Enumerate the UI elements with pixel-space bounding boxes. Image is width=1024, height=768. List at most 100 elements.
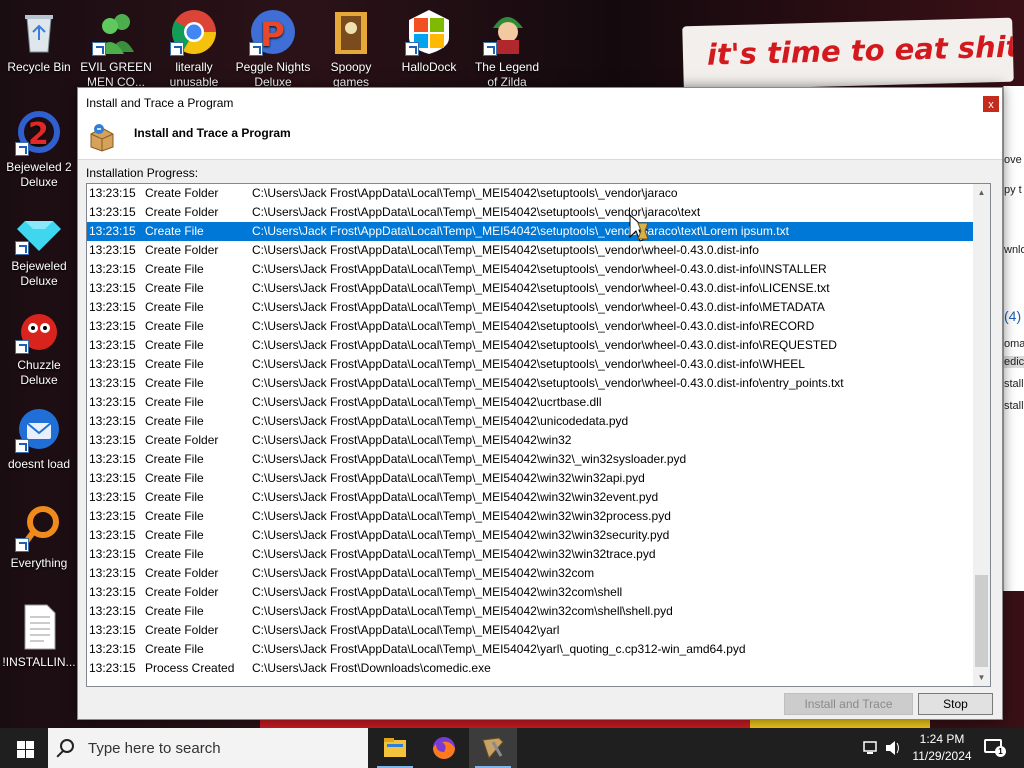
desktop-icon-peggle-nights[interactable]: P Peggle Nights Deluxe: [235, 8, 311, 90]
log-action: Create Folder: [145, 585, 219, 599]
stop-button[interactable]: Stop: [918, 693, 993, 715]
log-time: 13:23:15: [89, 604, 136, 618]
log-action: Create File: [145, 547, 204, 561]
log-row[interactable]: 13:23:15 Create File C:\Users\Jack Frost\A…: [87, 317, 974, 336]
log-path: C:\Users\Jack Frost\AppData\Local\Temp\_…: [252, 642, 746, 656]
network-icon[interactable]: [862, 728, 880, 768]
log-action: Create File: [145, 281, 204, 295]
bg-window-text: py t: [1004, 184, 1022, 196]
log-row[interactable]: 13:23:15 Create Folder C:\Users\Jack Frost…: [87, 583, 974, 602]
start-button[interactable]: [0, 728, 48, 768]
log-row-selected[interactable]: 13:23:15 Create File C:\Users\Jack Frost\A…: [87, 222, 974, 241]
firefox-icon: [420, 737, 468, 768]
log-time: 13:23:15: [89, 281, 136, 295]
log-row[interactable]: 13:23:15 Create Folder C:\Users\Jack Frost…: [87, 431, 974, 450]
log-row[interactable]: 13:23:15 Create File C:\Users\Jack Frost\A…: [87, 507, 974, 526]
log-row[interactable]: 13:23:15 Create File C:\Users\Jack Frost\A…: [87, 393, 974, 412]
notification-center-icon[interactable]: [984, 739, 1006, 757]
log-time: 13:23:15: [89, 490, 136, 504]
log-row[interactable]: 13:23:15 Create File C:\Users\Jack Frost\A…: [87, 640, 974, 659]
log-action: Process Created: [145, 661, 235, 675]
desktop-icon-spoopy-games[interactable]: Spoopy games: [313, 8, 389, 90]
chrome-icon: [170, 8, 218, 56]
log-action: Create File: [145, 604, 204, 618]
desktop-icon-literally-unusable[interactable]: literally unusable: [156, 8, 232, 90]
install-trace-dialog: Install and Trace a Program x Install an…: [77, 87, 1003, 720]
log-row[interactable]: 13:23:15 Create File C:\Users\Jack Frost\A…: [87, 260, 974, 279]
log-row[interactable]: 13:23:15 Create File C:\Users\Jack Frost\A…: [87, 336, 974, 355]
log-row[interactable]: 13:23:15 Create File C:\Users\Jack Frost\A…: [87, 298, 974, 317]
scroll-up-arrow-icon[interactable]: ▲: [973, 184, 990, 201]
log-row[interactable]: 13:23:15 Create File C:\Users\Jack Frost\A…: [87, 526, 974, 545]
shortcut-arrow-icon: [405, 42, 419, 56]
log-time: 13:23:15: [89, 528, 136, 542]
log-path: C:\Users\Jack Frost\AppData\Local\Temp\_…: [252, 452, 687, 466]
taskbar-search-box[interactable]: Type here to search: [48, 728, 368, 768]
vertical-scrollbar[interactable]: ▲ ▼: [973, 184, 990, 686]
log-row[interactable]: 13:23:15 Create Folder C:\Users\Jack Frost…: [87, 621, 974, 640]
close-button[interactable]: x: [982, 95, 1000, 113]
log-path: C:\Users\Jack Frost\Downloads\comedic.ex…: [252, 661, 491, 675]
log-row[interactable]: 13:23:15 Create Folder C:\Users\Jack Frost…: [87, 203, 974, 222]
desktop-icon-installing[interactable]: !INSTALLIN...: [1, 603, 77, 670]
dialog-titlebar[interactable]: Install and Trace a Program x: [78, 88, 1002, 118]
log-path: C:\Users\Jack Frost\AppData\Local\Temp\_…: [252, 243, 759, 257]
log-time: 13:23:15: [89, 224, 136, 238]
installation-log-list[interactable]: 13:23:15 Create Folder C:\Users\Jack Frost…: [86, 183, 991, 687]
log-path: C:\Users\Jack Frost\AppData\Local\Temp\_…: [252, 585, 623, 599]
log-path: C:\Users\Jack Frost\AppData\Local\Temp\_…: [252, 357, 805, 371]
folder-icon: [327, 8, 375, 56]
log-time: 13:23:15: [89, 433, 136, 447]
character-icon: [483, 8, 531, 56]
background-window[interactable]: ove t py t wnlo (4) oma edic stall stall: [1003, 86, 1024, 591]
scroll-down-arrow-icon[interactable]: ▼: [973, 669, 990, 686]
log-time: 13:23:15: [89, 623, 136, 637]
log-row[interactable]: 13:23:15 Create File C:\Users\Jack Frost\A…: [87, 279, 974, 298]
log-path: C:\Users\Jack Frost\AppData\Local\Temp\_…: [252, 186, 678, 200]
log-row[interactable]: 13:23:15 Create Folder C:\Users\Jack Frost…: [87, 184, 974, 203]
log-row[interactable]: 13:23:15 Create File C:\Users\Jack Frost\A…: [87, 450, 974, 469]
log-row[interactable]: 13:23:15 Create File C:\Users\Jack Frost\A…: [87, 355, 974, 374]
log-action: Create Folder: [145, 186, 219, 200]
log-time: 13:23:15: [89, 547, 136, 561]
taskbar-firefox[interactable]: [420, 728, 468, 768]
desktop-icon-bejeweled-2[interactable]: 2 Bejeweled 2 Deluxe: [1, 108, 77, 190]
log-row[interactable]: 13:23:15 Create File C:\Users\Jack Frost\A…: [87, 488, 974, 507]
everything-search-icon: [15, 504, 63, 552]
install-and-trace-button[interactable]: Install and Trace: [784, 693, 913, 715]
taskbar-file-explorer[interactable]: [371, 728, 419, 768]
log-action: Create File: [145, 338, 204, 352]
log-time: 13:23:15: [89, 205, 136, 219]
log-path: C:\Users\Jack Frost\AppData\Local\Temp\_…: [252, 433, 572, 447]
bg-window-text: (4): [1004, 308, 1022, 324]
desktop-icon-chuzzle[interactable]: Chuzzle Deluxe: [1, 306, 77, 388]
log-action: Create File: [145, 452, 204, 466]
log-action: Create File: [145, 642, 204, 656]
peggle-icon: P: [249, 8, 297, 56]
desktop-icon-doesnt-load[interactable]: doesnt load: [1, 405, 77, 472]
recycle-bin-icon: [15, 8, 63, 56]
desktop-icon-evil-green-men[interactable]: EVIL GREEN MEN CO...: [78, 8, 154, 90]
log-row[interactable]: 13:23:15 Create Folder C:\Users\Jack Frost…: [87, 564, 974, 583]
people-icon: [92, 8, 140, 56]
desktop-icon-everything[interactable]: Everything: [1, 504, 77, 571]
log-row[interactable]: 13:23:15 Create File C:\Users\Jack Frost\A…: [87, 602, 974, 621]
log-row[interactable]: 13:23:15 Create File C:\Users\Jack Frost\A…: [87, 545, 974, 564]
log-row[interactable]: 13:23:15 Create File C:\Users\Jack Frost\A…: [87, 374, 974, 393]
log-row[interactable]: 13:23:15 Create File C:\Users\Jack Frost\A…: [87, 469, 974, 488]
desktop-icon-legend-of-zilda[interactable]: The Legend of Zilda: [469, 8, 545, 90]
system-clock[interactable]: 1:24 PM 11/29/2024: [906, 731, 978, 765]
desktop-icon-recycle-bin[interactable]: Recycle Bin: [1, 8, 77, 75]
desktop-icon-hallodock[interactable]: HalloDock: [391, 8, 467, 75]
scrollbar-thumb[interactable]: [975, 575, 988, 667]
volume-icon[interactable]: [884, 728, 902, 768]
log-row[interactable]: 13:23:15 Create File C:\Users\Jack Frost\A…: [87, 412, 974, 431]
log-row[interactable]: 13:23:15 Create Folder C:\Users\Jack Frost…: [87, 241, 974, 260]
log-action: Create Folder: [145, 623, 219, 637]
taskbar-install-trace-app[interactable]: [469, 728, 517, 768]
desktop-icon-bejeweled[interactable]: Bejeweled Deluxe: [1, 207, 77, 289]
log-time: 13:23:15: [89, 642, 136, 656]
bg-window-text: stall: [1004, 378, 1024, 390]
log-time: 13:23:15: [89, 566, 136, 580]
log-row[interactable]: 13:23:15 Process Created C:\Users\Jack Fro…: [87, 659, 974, 678]
